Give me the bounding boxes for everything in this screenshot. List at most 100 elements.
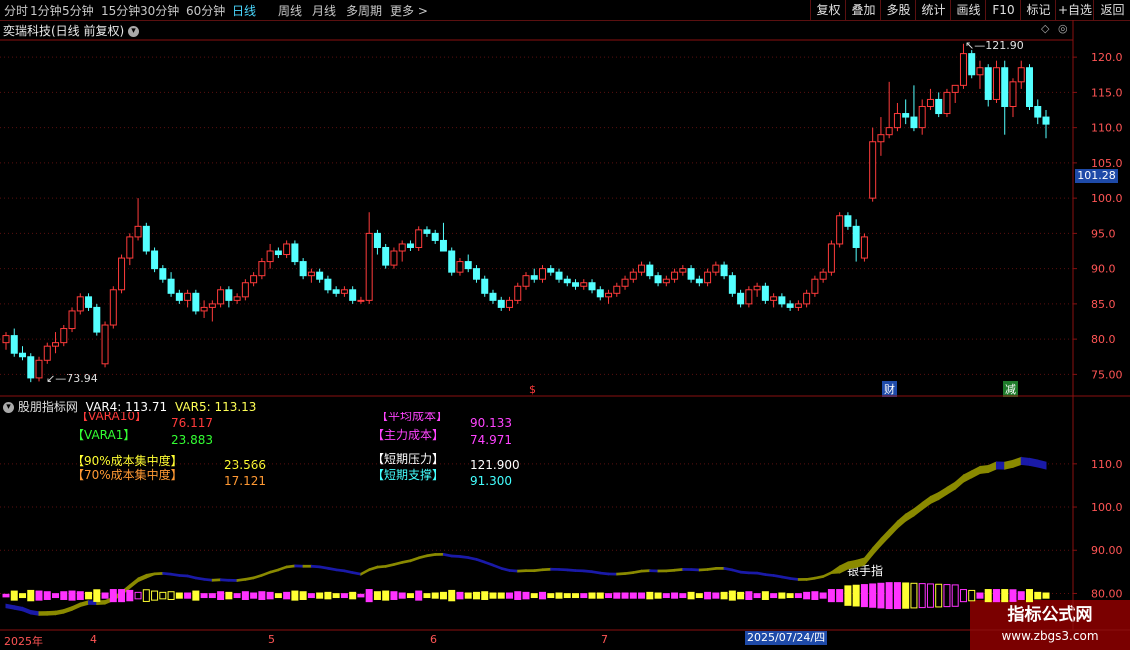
var-band-segment	[830, 565, 841, 575]
candle-up	[836, 215, 844, 245]
candle-down	[167, 278, 175, 294]
var-band-segment	[715, 567, 725, 570]
candle-down	[489, 292, 497, 301]
candle-down	[439, 239, 447, 252]
candle-up	[266, 250, 274, 263]
var-band-segment	[145, 572, 156, 579]
candle-up	[803, 292, 811, 305]
histogram-bar	[1025, 589, 1033, 603]
var-band-segment	[500, 566, 510, 572]
var-band-segment	[995, 461, 1006, 470]
histogram-bar	[266, 591, 274, 600]
candle-up	[926, 98, 934, 107]
var-band-segment	[418, 554, 428, 560]
candle-down	[472, 268, 480, 280]
var-band-segment	[781, 575, 791, 580]
var-band-segment	[451, 554, 461, 558]
var-band-segment	[682, 568, 692, 571]
candle-down	[349, 289, 357, 301]
var-band-segment	[674, 567, 684, 572]
histogram-bar	[514, 591, 522, 600]
candle-up	[580, 282, 588, 287]
histogram-bar	[869, 583, 877, 608]
var-band-segment	[616, 572, 626, 576]
candle-down	[93, 306, 101, 333]
var-band-segment	[22, 606, 32, 615]
candle-down	[332, 289, 340, 294]
candle-up	[241, 282, 249, 298]
var-band-segment	[178, 574, 189, 578]
var-band-segment	[459, 555, 469, 560]
var-band-segment	[583, 569, 593, 574]
histogram-bar	[1034, 591, 1042, 600]
var-band-segment	[599, 571, 610, 576]
candle-up	[43, 345, 51, 361]
histogram-bar	[118, 589, 126, 603]
histogram-bar	[926, 583, 934, 608]
var-band-segment	[558, 568, 568, 572]
chart-canvas[interactable]: 120.0 115.0 110.0 105.0 100.0 95.0 90.0 85.0 80.…	[0, 0, 1130, 650]
histogram-bar	[52, 593, 60, 599]
candle-down	[737, 292, 745, 305]
candle-down	[778, 296, 786, 305]
var-band-segment	[566, 568, 577, 572]
candle-up	[340, 289, 348, 294]
price-tick-label: 85.0	[1091, 298, 1116, 311]
candle-up	[613, 285, 621, 294]
candle-down	[572, 282, 580, 287]
histogram-bar	[910, 582, 918, 609]
candle-up	[200, 306, 208, 312]
candle-up	[415, 229, 423, 248]
var-band-segment	[5, 603, 15, 610]
histogram-bar	[373, 591, 381, 600]
candle-down	[761, 285, 769, 301]
candle-up	[398, 243, 406, 252]
candle-down	[299, 261, 307, 277]
histogram-bar	[423, 593, 431, 599]
candle-up	[827, 243, 835, 273]
var-band-segment	[310, 564, 321, 569]
indicator-tick-label: 80.00	[1091, 587, 1123, 600]
var-band-segment	[723, 566, 733, 572]
var-band-segment	[756, 571, 766, 577]
histogram-bar	[893, 582, 901, 610]
histogram-bar	[638, 592, 646, 599]
var-band-segment	[896, 513, 907, 530]
var-band-segment	[228, 578, 238, 582]
histogram-bar	[233, 593, 241, 599]
histogram-bar	[530, 593, 538, 599]
var-band-segment	[525, 569, 535, 573]
var-band-segment	[731, 568, 742, 574]
var-band-segment	[195, 576, 205, 581]
candle-up	[365, 232, 373, 301]
histogram-bar	[456, 591, 464, 600]
var-band-segment	[839, 561, 849, 574]
histogram-bar	[671, 592, 679, 599]
histogram-bar	[687, 591, 695, 600]
candle-up	[605, 292, 613, 298]
histogram-bar	[918, 583, 926, 609]
var-band-segment	[286, 564, 296, 569]
histogram-bar	[151, 590, 159, 601]
histogram-bar	[877, 582, 885, 609]
candle-down	[431, 232, 439, 241]
price-tick-label: 95.0	[1091, 227, 1116, 240]
candle-up	[679, 268, 687, 273]
histogram-bar	[935, 583, 943, 608]
histogram-bar	[208, 593, 216, 599]
candle-up	[258, 261, 266, 277]
candle-up	[283, 243, 291, 256]
candle-down	[1034, 105, 1042, 118]
var-band-segment	[244, 576, 255, 581]
candle-up	[233, 296, 241, 301]
histogram-bar	[885, 582, 893, 610]
var-band-segment	[38, 611, 48, 616]
var-band-segment	[79, 600, 90, 608]
price-tick-label: 105.0	[1091, 157, 1123, 170]
var-band-segment	[657, 569, 667, 573]
histogram-bar	[959, 589, 967, 603]
var-band-segment	[434, 552, 444, 556]
histogram-bar	[613, 592, 621, 599]
var-band-segment	[888, 520, 898, 539]
candle-down	[720, 264, 728, 277]
